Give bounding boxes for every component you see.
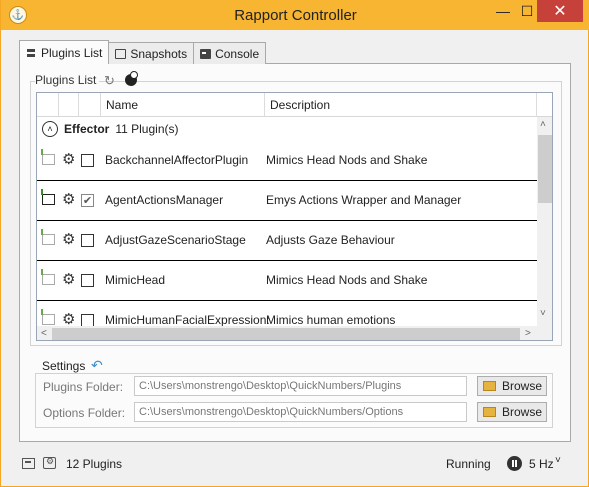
plugin-description: Mimics human emotions: [266, 313, 396, 327]
plugin-description: Emys Actions Wrapper and Manager: [266, 193, 462, 207]
browse-label: Browse: [502, 379, 543, 393]
enabled-checkbox[interactable]: [81, 154, 94, 167]
scrollbar-corner: [537, 326, 552, 340]
tab-snapshots[interactable]: Snapshots: [108, 42, 195, 64]
gear-icon[interactable]: ⚙: [62, 192, 75, 207]
grid-header: Name Description: [37, 93, 552, 117]
table-row[interactable]: ⚙ MimicHead Mimics Head Nods and Shake: [37, 261, 537, 301]
tab-label: Console: [215, 46, 260, 61]
pin-icon[interactable]: [41, 309, 55, 325]
enabled-checkbox[interactable]: [81, 274, 94, 287]
pin-icon[interactable]: [41, 269, 55, 285]
vertical-scroll-thumb[interactable]: [538, 135, 552, 203]
plugins-list-label: Plugins List: [35, 73, 100, 87]
console-icon: [200, 48, 212, 59]
title-bar[interactable]: ⚓ Rapport Controller — ☐ ✕: [1, 0, 589, 30]
gear-icon[interactable]: ⚙: [62, 232, 75, 247]
vertical-scrollbar[interactable]: ˄ ˅: [537, 117, 552, 326]
tab-plugins-list[interactable]: Plugins List: [19, 40, 110, 64]
options-folder-label: Options Folder:: [43, 406, 126, 420]
list-icon: [26, 48, 37, 58]
app-window: ⚓ Rapport Controller — ☐ ✕ Plugins List …: [0, 0, 589, 487]
scroll-down-icon[interactable]: ˅: [540, 308, 546, 319]
options-folder-input[interactable]: [134, 402, 467, 422]
enabled-checkbox[interactable]: [81, 234, 94, 247]
undo-icon[interactable]: ↶: [91, 357, 103, 374]
plugins-grid: Name Description ˄ Effector 11 Plugin(s)…: [36, 92, 553, 341]
scroll-right-icon[interactable]: ˃: [525, 328, 531, 339]
plugins-folder-input[interactable]: [134, 376, 467, 396]
table-row[interactable]: ⚙ AdjustGazeScenarioStage Adjusts Gaze B…: [37, 221, 537, 261]
group-count: 11 Plugin(s): [115, 122, 179, 136]
plugin-name: MimicHumanFacialExpression:: [105, 313, 270, 327]
pin-icon[interactable]: [41, 149, 55, 165]
chevron-down-icon[interactable]: ˅: [555, 455, 561, 466]
group-name: Effector: [64, 122, 110, 136]
tab-label: Snapshots: [130, 46, 188, 61]
plugins-folder-status-icon[interactable]: [22, 458, 35, 469]
gear-icon[interactable]: ⚙: [62, 272, 75, 287]
plugins-settings-status-icon[interactable]: [43, 456, 56, 469]
pin-icon[interactable]: [41, 229, 55, 245]
plugin-description: Mimics Head Nods and Shake: [266, 153, 428, 167]
horizontal-scrollbar[interactable]: ˂ ˃: [37, 326, 537, 340]
run-status: Running: [446, 457, 491, 471]
horizontal-scroll-thumb[interactable]: [52, 328, 520, 340]
enabled-checkbox[interactable]: ✔: [81, 194, 94, 207]
plugin-name: AgentActionsManager: [105, 193, 224, 207]
plugin-options-icon[interactable]: [125, 71, 138, 86]
browse-options-button[interactable]: Browse: [477, 402, 547, 422]
status-bar: 12 Plugins Running 5 Hz ˅: [1, 450, 589, 478]
plugin-description: Mimics Head Nods and Shake: [266, 273, 428, 287]
header-cell-pin[interactable]: [37, 93, 59, 117]
column-header-name[interactable]: Name: [101, 93, 265, 117]
plugin-name: BackchannelAffectorPlugin: [105, 153, 249, 167]
scroll-up-icon[interactable]: ˄: [540, 119, 546, 130]
tab-console[interactable]: Console: [193, 42, 267, 64]
settings-label: Settings: [39, 359, 89, 373]
plugin-name: AdjustGazeScenarioStage: [105, 233, 246, 247]
browse-plugins-button[interactable]: Browse: [477, 376, 547, 396]
plugins-count: 12 Plugins: [66, 457, 123, 471]
tab-label: Plugins List: [41, 45, 103, 60]
snapshot-icon: [115, 48, 127, 59]
pin-icon[interactable]: [41, 189, 55, 205]
table-row[interactable]: ⚙ ✔ AgentActionsManager Emys Actions Wra…: [37, 181, 537, 221]
header-cell-settings[interactable]: [59, 93, 79, 117]
update-rate-select[interactable]: 5 Hz: [529, 457, 554, 471]
folder-icon: [483, 381, 496, 391]
collapse-icon[interactable]: ˄: [42, 121, 58, 137]
plugins-folder-label: Plugins Folder:: [43, 380, 124, 394]
scroll-left-icon[interactable]: ˂: [41, 328, 47, 339]
group-header-effector[interactable]: ˄ Effector 11 Plugin(s): [37, 117, 537, 141]
plugin-name: MimicHead: [105, 273, 166, 287]
tab-strip: Plugins List Snapshots Console: [19, 40, 267, 64]
folder-icon: [483, 407, 496, 417]
gear-icon[interactable]: ⚙: [62, 152, 75, 167]
column-header-description[interactable]: Description: [265, 93, 537, 117]
gear-icon[interactable]: ⚙: [62, 312, 75, 327]
browse-label: Browse: [502, 405, 543, 419]
header-cell-enabled[interactable]: [79, 93, 101, 117]
close-button[interactable]: ✕: [537, 0, 583, 22]
refresh-icon[interactable]: ↻: [104, 73, 115, 89]
plugin-description: Adjusts Gaze Behaviour: [266, 233, 395, 247]
table-row[interactable]: ⚙ BackchannelAffectorPlugin Mimics Head …: [37, 141, 537, 181]
pause-icon[interactable]: [507, 456, 522, 471]
